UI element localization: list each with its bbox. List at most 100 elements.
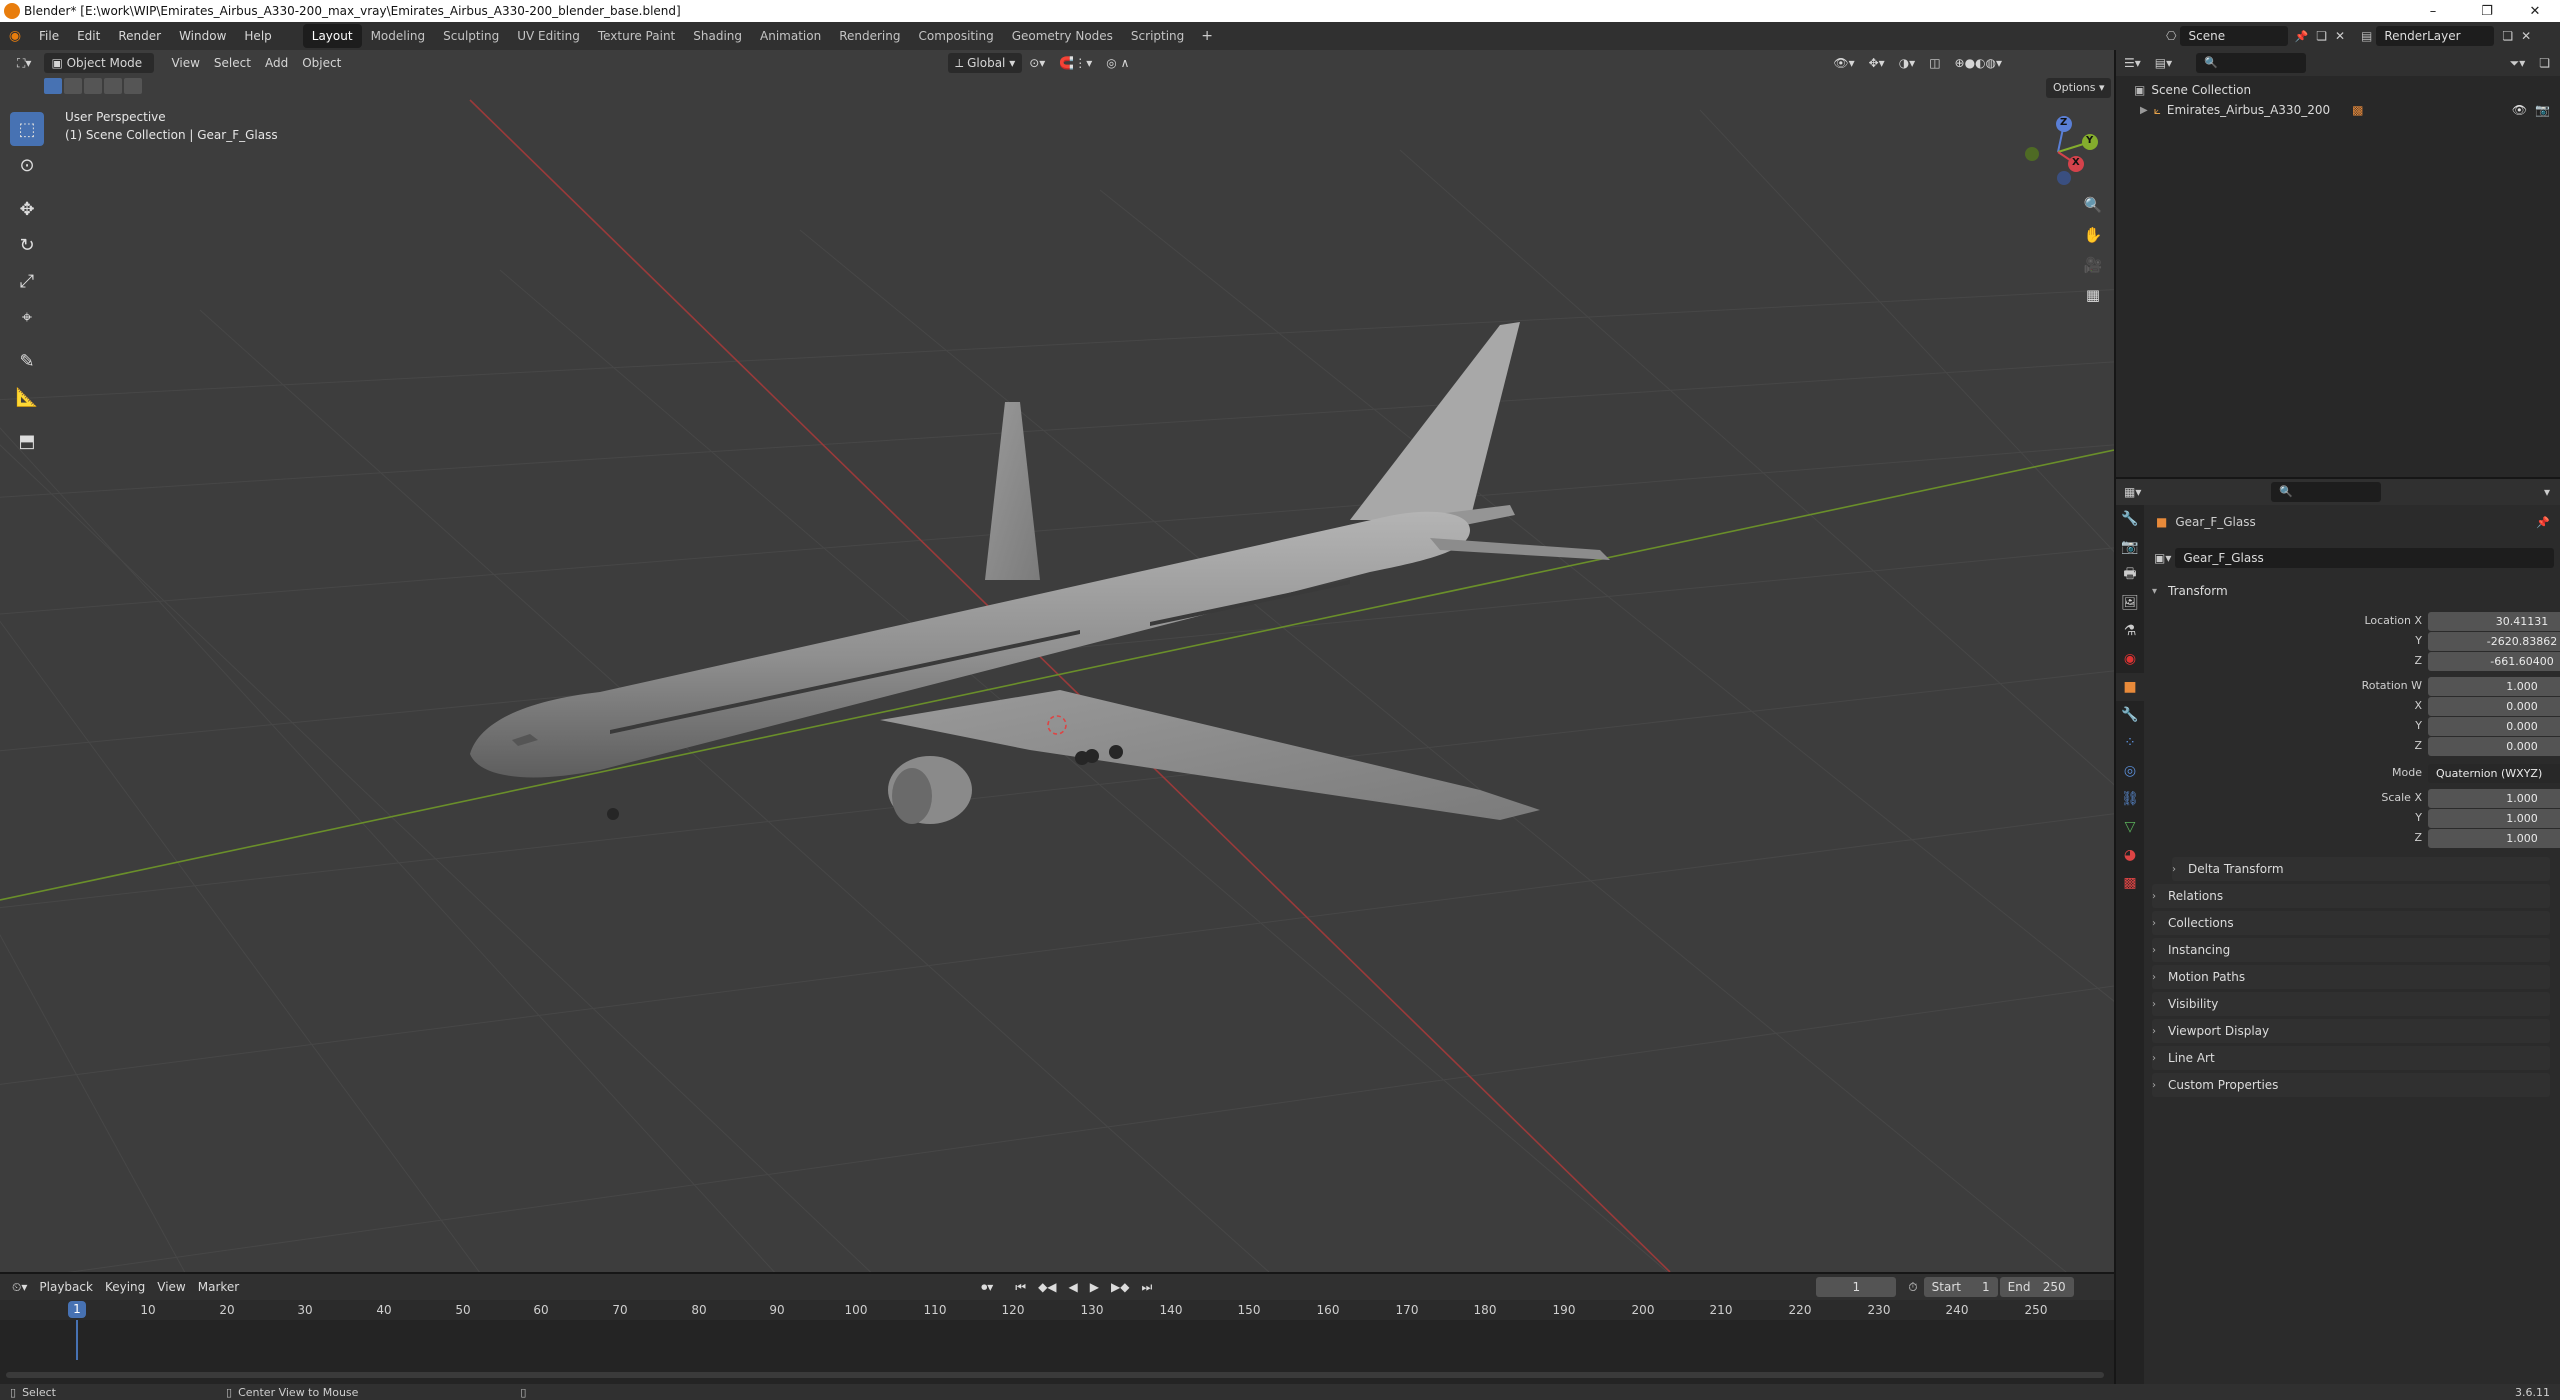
scale-x-field[interactable]: 1.000 xyxy=(2428,789,2560,808)
select-intersect-icon[interactable] xyxy=(124,78,142,94)
blender-menu-icon[interactable]: ◉ xyxy=(0,28,30,44)
end-frame-field[interactable]: End 250 xyxy=(1999,1277,2074,1297)
select-subtract-icon[interactable] xyxy=(84,78,102,94)
overlays-icon[interactable]: ◑▾ xyxy=(1892,53,1923,73)
menu-edit[interactable]: Edit xyxy=(68,22,109,50)
move-tool[interactable]: ✥ xyxy=(10,192,44,226)
tab-scripting[interactable]: Scripting xyxy=(1122,24,1193,48)
data-tab-icon[interactable]: ▽ xyxy=(2116,813,2144,841)
current-frame-indicator[interactable]: 1 xyxy=(68,1301,86,1318)
render-tab-icon[interactable]: 📷 xyxy=(2116,533,2144,561)
tab-rendering[interactable]: Rendering xyxy=(830,24,909,48)
rotation-x-field[interactable]: 0.000 xyxy=(2428,697,2560,716)
scene-selector[interactable]: Scene xyxy=(2180,26,2289,46)
jump-end-icon[interactable]: ⏭ xyxy=(1135,1280,1158,1295)
viewport-display-panel-header[interactable]: › Viewport Display xyxy=(2152,1019,2550,1043)
close-button[interactable]: ✕ xyxy=(2512,0,2558,22)
outliner-item-emirates[interactable]: ▶ ⟀ Emirates_Airbus_A330_200 ▩ 👁 📷 xyxy=(2116,100,2560,120)
record-keyframe-icon[interactable]: ⏺▾ xyxy=(975,1280,999,1295)
tab-shading[interactable]: Shading xyxy=(684,24,751,48)
properties-options-icon[interactable]: ▾ xyxy=(2544,485,2550,499)
modifier-tab-icon[interactable]: 🔧 xyxy=(2116,701,2144,729)
navigation-gizmo[interactable]: Z Y X xyxy=(2018,112,2098,192)
minimize-button[interactable]: – xyxy=(2410,0,2456,22)
play-icon[interactable]: ▶ xyxy=(1084,1280,1105,1294)
properties-search-input[interactable]: 🔍 xyxy=(2271,482,2382,502)
display-mode-icon[interactable]: ▤▾ xyxy=(2155,56,2172,70)
visibility-icon[interactable]: 👁▾ xyxy=(1826,53,1861,73)
delete-scene-icon[interactable]: ✕ xyxy=(2335,29,2345,43)
menu-help[interactable]: Help xyxy=(235,22,280,50)
tab-layout[interactable]: Layout xyxy=(302,24,362,48)
pivot-point-icon[interactable]: ⊙▾ xyxy=(1022,53,1052,73)
filter-icon[interactable]: ⏷▾ xyxy=(2510,56,2526,71)
gizmo-toggle-icon[interactable]: ✥▾ xyxy=(1862,53,1892,73)
transform-orientation-dropdown[interactable]: ⟂ Global ▾ xyxy=(948,53,1023,73)
line-art-panel-header[interactable]: › Line Art xyxy=(2152,1046,2550,1070)
delta-transform-header[interactable]: › Delta Transform xyxy=(2172,857,2550,881)
view-menu[interactable]: View xyxy=(164,53,206,73)
jump-keyframe-back-icon[interactable]: ◆◀ xyxy=(1032,1280,1062,1294)
texture-tab-icon[interactable]: ▩ xyxy=(2116,869,2144,897)
new-collection-icon[interactable]: ❏ xyxy=(2539,56,2550,70)
keying-menu[interactable]: Keying xyxy=(99,1280,151,1294)
jump-start-icon[interactable]: ⏮ xyxy=(1009,1280,1032,1295)
add-workspace-button[interactable]: + xyxy=(1193,28,1221,44)
outliner-editor-type-icon[interactable]: ☰▾ xyxy=(2124,56,2141,70)
camera-view-icon[interactable]: 🎥 xyxy=(2080,252,2106,278)
pin-icon[interactable]: 📌 xyxy=(2536,516,2550,529)
visibility-panel-header[interactable]: › Visibility xyxy=(2152,992,2550,1016)
menu-file[interactable]: File xyxy=(30,22,68,50)
measure-tool[interactable]: 📐 xyxy=(10,380,44,414)
timeline-view-menu[interactable]: View xyxy=(151,1280,191,1294)
object-menu[interactable]: Object xyxy=(295,53,348,73)
motion-paths-panel-header[interactable]: › Motion Paths xyxy=(2152,965,2550,989)
constraints-tab-icon[interactable]: ⛓ xyxy=(2116,785,2144,813)
select-invert-icon[interactable] xyxy=(104,78,122,94)
scene-tab-icon[interactable]: ⚗ xyxy=(2116,617,2144,645)
rotate-tool[interactable]: ↻ xyxy=(10,228,44,262)
collections-panel-header[interactable]: › Collections xyxy=(2152,911,2550,935)
annotate-tool[interactable]: ✎ xyxy=(10,344,44,378)
shading-modes-icon[interactable]: ⊕●◐◍▾ xyxy=(1948,53,2010,73)
scene-icon[interactable]: ⎔ xyxy=(2166,29,2176,43)
tool-tab-icon[interactable]: 🔧 xyxy=(2116,505,2144,533)
delete-view-layer-icon[interactable]: ✕ xyxy=(2521,29,2531,43)
playback-menu[interactable]: Playback xyxy=(33,1280,99,1294)
transform-panel-header[interactable]: ▾ Transform xyxy=(2152,579,2550,603)
select-new-icon[interactable] xyxy=(44,78,62,94)
scale-z-field[interactable]: 1.000 xyxy=(2428,829,2560,848)
location-y-field[interactable]: -2620.83862 xyxy=(2428,632,2560,651)
snap-icon[interactable]: 🧲⋮▾ xyxy=(1052,53,1099,73)
perspective-toggle-icon[interactable]: ▦ xyxy=(2080,282,2106,308)
pin-scene-icon[interactable]: 📌 xyxy=(2294,30,2308,43)
marker-menu[interactable]: Marker xyxy=(192,1280,245,1294)
frame-ruler[interactable]: 1 10 20 30 40 50 60 70 80 90 100 110 120… xyxy=(0,1300,2114,1320)
proportional-editing-icon[interactable]: ◎ ∧ xyxy=(1099,53,1136,73)
tab-texture-paint[interactable]: Texture Paint xyxy=(589,24,684,48)
viewport-canvas[interactable] xyxy=(0,50,2114,1272)
stopwatch-icon[interactable]: ⏱ xyxy=(1902,1280,1923,1295)
timeline-track-area[interactable] xyxy=(0,1320,2114,1384)
object-mode-dropdown[interactable]: ▣ Object Mode ▾ xyxy=(44,53,155,90)
tab-sculpting[interactable]: Sculpting xyxy=(434,24,508,48)
jump-keyframe-forward-icon[interactable]: ▶◆ xyxy=(1105,1280,1135,1294)
xray-icon[interactable]: ◫ xyxy=(1922,53,1947,73)
menu-window[interactable]: Window xyxy=(170,22,235,50)
3d-viewport[interactable]: ⛶▾ ▣ Object Mode ▾ View Select Add Objec… xyxy=(0,50,2114,1272)
rotation-z-field[interactable]: 0.000 xyxy=(2428,737,2560,756)
select-extend-icon[interactable] xyxy=(64,78,82,94)
custom-properties-panel-header[interactable]: › Custom Properties xyxy=(2152,1073,2550,1097)
tab-compositing[interactable]: Compositing xyxy=(909,24,1002,48)
timeline-scrollbar[interactable] xyxy=(6,1372,2104,1378)
pan-hand-icon[interactable]: ✋ xyxy=(2080,222,2106,248)
output-tab-icon[interactable]: 🖶 xyxy=(2116,561,2144,589)
location-z-field[interactable]: -661.60400 xyxy=(2428,652,2560,671)
view-layer-tab-icon[interactable]: 🖼 xyxy=(2116,589,2144,617)
rotation-mode-dropdown[interactable]: Quaternion (WXYZ)▾ xyxy=(2428,764,2560,783)
tab-geometry-nodes[interactable]: Geometry Nodes xyxy=(1003,24,1122,48)
relations-panel-header[interactable]: › Relations xyxy=(2152,884,2550,908)
physics-tab-icon[interactable]: ◎ xyxy=(2116,757,2144,785)
object-name-label[interactable]: Gear_F_Glass xyxy=(2175,515,2255,529)
material-tab-icon[interactable]: ◕ xyxy=(2116,841,2144,869)
